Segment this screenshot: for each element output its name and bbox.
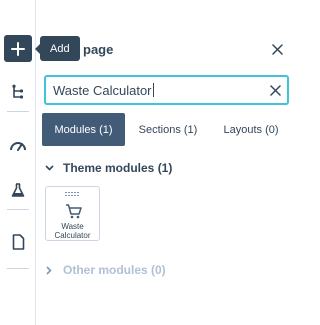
tab-layouts[interactable]: Layouts (0) bbox=[211, 113, 291, 146]
module-card-waste-calculator[interactable]: Waste Calculator bbox=[45, 186, 100, 241]
text-caret bbox=[152, 82, 154, 97]
flask-icon[interactable] bbox=[8, 180, 28, 200]
document-icon[interactable] bbox=[8, 232, 28, 252]
other-modules-toggle[interactable]: Other modules (0) bbox=[43, 263, 166, 277]
plus-icon bbox=[11, 41, 25, 56]
rail-divider bbox=[7, 111, 29, 112]
tab-bar: Modules (1) Sections (1) Layouts (0) bbox=[42, 113, 291, 146]
chevron-right-icon bbox=[43, 264, 55, 276]
chevron-down-icon bbox=[43, 162, 55, 174]
add-button[interactable] bbox=[4, 35, 32, 62]
left-rail bbox=[0, 0, 36, 325]
theme-modules-toggle[interactable]: Theme modules (1) bbox=[43, 161, 172, 175]
rail-divider bbox=[7, 268, 29, 269]
drag-handle-icon bbox=[65, 192, 81, 196]
clear-search-button[interactable] bbox=[263, 78, 287, 102]
module-label: Waste Calculator bbox=[46, 222, 99, 240]
tab-sections[interactable]: Sections (1) bbox=[125, 113, 211, 146]
gauge-icon[interactable] bbox=[8, 135, 28, 155]
add-tooltip: Add bbox=[35, 36, 80, 61]
close-icon bbox=[271, 43, 283, 55]
rail-divider bbox=[7, 209, 29, 210]
panel-title: page bbox=[83, 42, 114, 57]
module-label-line2: Calculator bbox=[54, 231, 91, 240]
search-value: Waste Calculator bbox=[53, 82, 152, 98]
close-panel-button[interactable] bbox=[268, 40, 286, 58]
tree-icon[interactable] bbox=[8, 82, 28, 102]
module-label-line1: Waste bbox=[61, 222, 84, 231]
search-input[interactable]: Waste Calculator bbox=[46, 82, 263, 98]
search-field[interactable]: Waste Calculator bbox=[44, 75, 289, 105]
tab-modules[interactable]: Modules (1) bbox=[42, 113, 125, 146]
theme-modules-label: Theme modules (1) bbox=[63, 161, 173, 175]
other-modules-label: Other modules (0) bbox=[63, 263, 166, 277]
cart-icon bbox=[66, 204, 82, 219]
close-icon bbox=[269, 84, 281, 96]
